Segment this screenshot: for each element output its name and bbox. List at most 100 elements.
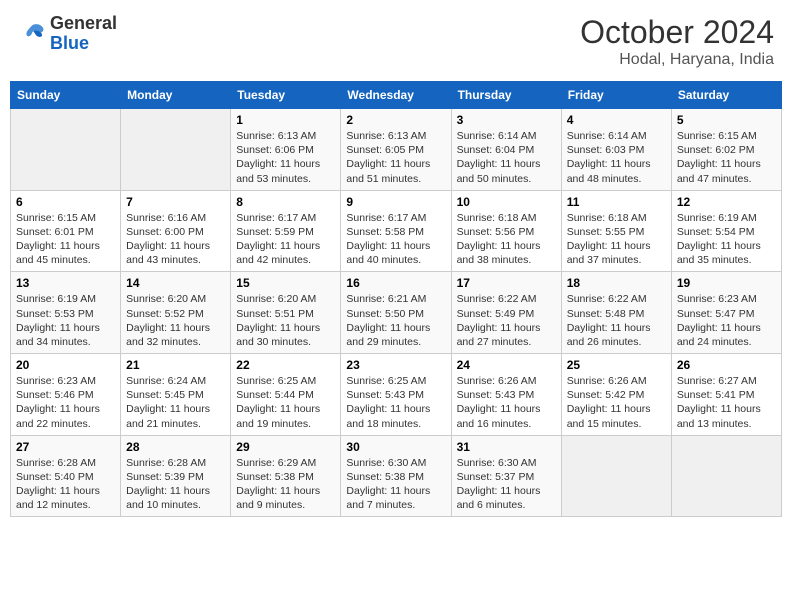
day-info: Sunrise: 6:19 AM Sunset: 5:54 PM Dayligh… xyxy=(677,211,776,268)
day-info: Sunrise: 6:20 AM Sunset: 5:51 PM Dayligh… xyxy=(236,292,335,349)
calendar-cell: 13 Sunrise: 6:19 AM Sunset: 5:53 PM Dayli… xyxy=(11,272,121,354)
calendar-cell: 5 Sunrise: 6:15 AM Sunset: 6:02 PM Daylig… xyxy=(671,109,781,191)
header-tuesday: Tuesday xyxy=(231,82,341,109)
day-number: 13 xyxy=(16,276,115,290)
day-info: Sunrise: 6:15 AM Sunset: 6:01 PM Dayligh… xyxy=(16,211,115,268)
calendar-body: 1Sunrise: 6:13 AM Sunset: 6:06 PM Daylig… xyxy=(11,109,782,517)
day-number: 4 xyxy=(567,113,666,127)
page-header: General Blue October 2024 Hodal, Haryana… xyxy=(10,10,782,73)
calendar-cell: 27 Sunrise: 6:28 AM Sunset: 5:40 PM Dayli… xyxy=(11,435,121,517)
day-number: 22 xyxy=(236,358,335,372)
day-info: Sunrise: 6:30 AM Sunset: 5:38 PM Dayligh… xyxy=(346,456,445,513)
calendar-cell: 15Sunrise: 6:20 AM Sunset: 5:51 PM Dayli… xyxy=(231,272,341,354)
header-saturday: Saturday xyxy=(671,82,781,109)
logo: General Blue xyxy=(18,14,117,54)
calendar-cell: 20 Sunrise: 6:23 AM Sunset: 5:46 PM Dayli… xyxy=(11,354,121,436)
day-number: 16 xyxy=(346,276,445,290)
day-info: Sunrise: 6:18 AM Sunset: 5:56 PM Dayligh… xyxy=(457,211,556,268)
day-info: Sunrise: 6:19 AM Sunset: 5:53 PM Dayligh… xyxy=(16,292,115,349)
calendar-cell: 24Sunrise: 6:26 AM Sunset: 5:43 PM Dayli… xyxy=(451,354,561,436)
day-number: 27 xyxy=(16,440,115,454)
calendar-cell: 31 Sunrise: 6:30 AM Sunset: 5:37 PM Dayli… xyxy=(451,435,561,517)
day-number: 20 xyxy=(16,358,115,372)
day-number: 2 xyxy=(346,113,445,127)
calendar-cell xyxy=(121,109,231,191)
day-number: 9 xyxy=(346,195,445,209)
day-info: Sunrise: 6:22 AM Sunset: 5:49 PM Dayligh… xyxy=(457,292,556,349)
calendar-cell: 16 Sunrise: 6:21 AM Sunset: 5:50 PM Dayli… xyxy=(341,272,451,354)
day-number: 7 xyxy=(126,195,225,209)
week-row-4: 27 Sunrise: 6:28 AM Sunset: 5:40 PM Dayli… xyxy=(11,435,782,517)
day-info: Sunrise: 6:25 AM Sunset: 5:43 PM Dayligh… xyxy=(346,374,445,431)
calendar-cell: 9 Sunrise: 6:17 AM Sunset: 5:58 PM Daylig… xyxy=(341,190,451,272)
header-monday: Monday xyxy=(121,82,231,109)
day-number: 23 xyxy=(346,358,445,372)
logo-blue: Blue xyxy=(50,34,117,54)
day-info: Sunrise: 6:28 AM Sunset: 5:40 PM Dayligh… xyxy=(16,456,115,513)
day-info: Sunrise: 6:18 AM Sunset: 5:55 PM Dayligh… xyxy=(567,211,666,268)
calendar-cell: 7Sunrise: 6:16 AM Sunset: 6:00 PM Daylig… xyxy=(121,190,231,272)
day-info: Sunrise: 6:26 AM Sunset: 5:42 PM Dayligh… xyxy=(567,374,666,431)
day-info: Sunrise: 6:23 AM Sunset: 5:46 PM Dayligh… xyxy=(16,374,115,431)
calendar-table: SundayMondayTuesdayWednesdayThursdayFrid… xyxy=(10,81,782,517)
day-info: Sunrise: 6:28 AM Sunset: 5:39 PM Dayligh… xyxy=(126,456,225,513)
calendar-cell: 25 Sunrise: 6:26 AM Sunset: 5:42 PM Dayli… xyxy=(561,354,671,436)
day-info: Sunrise: 6:29 AM Sunset: 5:38 PM Dayligh… xyxy=(236,456,335,513)
calendar-cell: 8 Sunrise: 6:17 AM Sunset: 5:59 PM Daylig… xyxy=(231,190,341,272)
week-row-3: 20 Sunrise: 6:23 AM Sunset: 5:46 PM Dayli… xyxy=(11,354,782,436)
day-number: 12 xyxy=(677,195,776,209)
day-number: 25 xyxy=(567,358,666,372)
week-row-0: 1Sunrise: 6:13 AM Sunset: 6:06 PM Daylig… xyxy=(11,109,782,191)
day-info: Sunrise: 6:13 AM Sunset: 6:06 PM Dayligh… xyxy=(236,129,335,186)
week-row-1: 6 Sunrise: 6:15 AM Sunset: 6:01 PM Daylig… xyxy=(11,190,782,272)
calendar-cell: 26 Sunrise: 6:27 AM Sunset: 5:41 PM Dayli… xyxy=(671,354,781,436)
calendar-cell xyxy=(561,435,671,517)
calendar-cell: 4 Sunrise: 6:14 AM Sunset: 6:03 PM Daylig… xyxy=(561,109,671,191)
location: Hodal, Haryana, India xyxy=(580,51,774,69)
day-number: 26 xyxy=(677,358,776,372)
header-friday: Friday xyxy=(561,82,671,109)
day-info: Sunrise: 6:30 AM Sunset: 5:37 PM Dayligh… xyxy=(457,456,556,513)
day-info: Sunrise: 6:14 AM Sunset: 6:04 PM Dayligh… xyxy=(457,129,556,186)
logo-general: General xyxy=(50,14,117,34)
day-number: 17 xyxy=(457,276,556,290)
day-number: 11 xyxy=(567,195,666,209)
day-number: 5 xyxy=(677,113,776,127)
day-number: 29 xyxy=(236,440,335,454)
day-info: Sunrise: 6:17 AM Sunset: 5:58 PM Dayligh… xyxy=(346,211,445,268)
logo-bird-icon xyxy=(18,20,46,48)
day-info: Sunrise: 6:17 AM Sunset: 5:59 PM Dayligh… xyxy=(236,211,335,268)
calendar-cell: 30 Sunrise: 6:30 AM Sunset: 5:38 PM Dayli… xyxy=(341,435,451,517)
day-info: Sunrise: 6:14 AM Sunset: 6:03 PM Dayligh… xyxy=(567,129,666,186)
header-row: SundayMondayTuesdayWednesdayThursdayFrid… xyxy=(11,82,782,109)
day-number: 6 xyxy=(16,195,115,209)
calendar-cell: 17 Sunrise: 6:22 AM Sunset: 5:49 PM Dayli… xyxy=(451,272,561,354)
calendar-cell: 14Sunrise: 6:20 AM Sunset: 5:52 PM Dayli… xyxy=(121,272,231,354)
month-title: October 2024 xyxy=(580,14,774,51)
calendar-cell: 6 Sunrise: 6:15 AM Sunset: 6:01 PM Daylig… xyxy=(11,190,121,272)
logo-text: General Blue xyxy=(50,14,117,54)
day-number: 28 xyxy=(126,440,225,454)
calendar-cell: 22 Sunrise: 6:25 AM Sunset: 5:44 PM Dayli… xyxy=(231,354,341,436)
day-number: 30 xyxy=(346,440,445,454)
day-info: Sunrise: 6:21 AM Sunset: 5:50 PM Dayligh… xyxy=(346,292,445,349)
calendar-header: SundayMondayTuesdayWednesdayThursdayFrid… xyxy=(11,82,782,109)
day-info: Sunrise: 6:25 AM Sunset: 5:44 PM Dayligh… xyxy=(236,374,335,431)
calendar-cell: 23 Sunrise: 6:25 AM Sunset: 5:43 PM Dayli… xyxy=(341,354,451,436)
header-thursday: Thursday xyxy=(451,82,561,109)
calendar-cell: 2 Sunrise: 6:13 AM Sunset: 6:05 PM Daylig… xyxy=(341,109,451,191)
calendar-cell: 19Sunrise: 6:23 AM Sunset: 5:47 PM Dayli… xyxy=(671,272,781,354)
day-number: 21 xyxy=(126,358,225,372)
week-row-2: 13 Sunrise: 6:19 AM Sunset: 5:53 PM Dayli… xyxy=(11,272,782,354)
calendar-cell: 28 Sunrise: 6:28 AM Sunset: 5:39 PM Dayli… xyxy=(121,435,231,517)
day-info: Sunrise: 6:26 AM Sunset: 5:43 PM Dayligh… xyxy=(457,374,556,431)
day-info: Sunrise: 6:24 AM Sunset: 5:45 PM Dayligh… xyxy=(126,374,225,431)
calendar-cell xyxy=(11,109,121,191)
day-number: 14 xyxy=(126,276,225,290)
day-info: Sunrise: 6:15 AM Sunset: 6:02 PM Dayligh… xyxy=(677,129,776,186)
day-info: Sunrise: 6:27 AM Sunset: 5:41 PM Dayligh… xyxy=(677,374,776,431)
day-number: 8 xyxy=(236,195,335,209)
calendar-cell: 29 Sunrise: 6:29 AM Sunset: 5:38 PM Dayli… xyxy=(231,435,341,517)
day-number: 31 xyxy=(457,440,556,454)
day-info: Sunrise: 6:13 AM Sunset: 6:05 PM Dayligh… xyxy=(346,129,445,186)
